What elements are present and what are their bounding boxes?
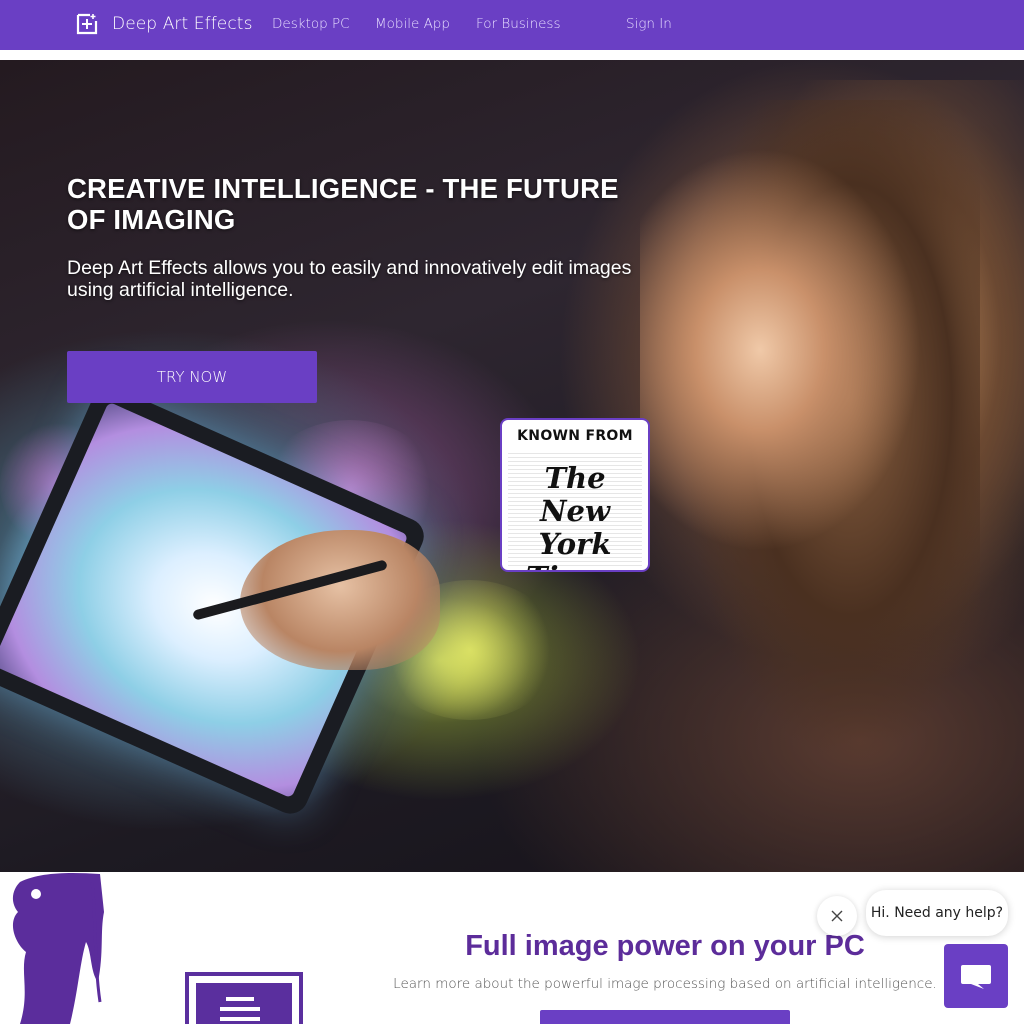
nav-divider <box>0 50 1024 60</box>
chat-icon <box>961 965 991 989</box>
hero-title: CREATIVE INTELLIGENCE - THE FUTURE OF IM… <box>67 173 619 235</box>
nav-link-desktop-pc[interactable]: Desktop PC <box>272 16 350 32</box>
chat-greeting[interactable]: Hi. Need any help? <box>866 890 1008 936</box>
section-subtitle: Learn more about the powerful image proc… <box>393 976 937 992</box>
try-now-button[interactable]: TRY NOW <box>67 351 317 403</box>
close-icon <box>831 910 843 922</box>
nyt-logo: TheNew YorkTimes <box>526 461 624 571</box>
press-badge[interactable]: KNOWN FROM TheNew YorkTimes <box>500 418 650 572</box>
monitor-line <box>220 1017 260 1021</box>
ink-splash-decoration <box>12 872 105 1024</box>
hero-banner: CREATIVE INTELLIGENCE - THE FUTURE OF IM… <box>0 60 1024 872</box>
hero-subtitle: Deep Art Effects allows you to easily an… <box>67 257 632 301</box>
logo-icon <box>76 13 98 35</box>
hero-image-face <box>640 100 980 820</box>
nav-link-mobile-app[interactable]: Mobile App <box>375 16 450 32</box>
monitor-line <box>220 1007 260 1011</box>
nav-link-sign-in[interactable]: Sign In <box>626 16 672 32</box>
press-badge-label: KNOWN FROM <box>517 428 633 444</box>
chat-open-button[interactable] <box>944 944 1008 1008</box>
monitor-screen <box>196 983 292 1024</box>
section-cta-button[interactable] <box>540 1010 790 1024</box>
brand-link[interactable]: Deep Art Effects <box>76 13 253 35</box>
nav-link-for-business[interactable]: For Business <box>476 16 561 32</box>
desktop-pc-icon <box>185 972 303 1024</box>
top-navbar: Deep Art Effects Desktop PC Mobile App F… <box>0 0 1024 50</box>
chat-dismiss-button[interactable] <box>817 896 857 936</box>
monitor-line <box>226 997 254 1001</box>
brand-name: Deep Art Effects <box>112 14 253 34</box>
